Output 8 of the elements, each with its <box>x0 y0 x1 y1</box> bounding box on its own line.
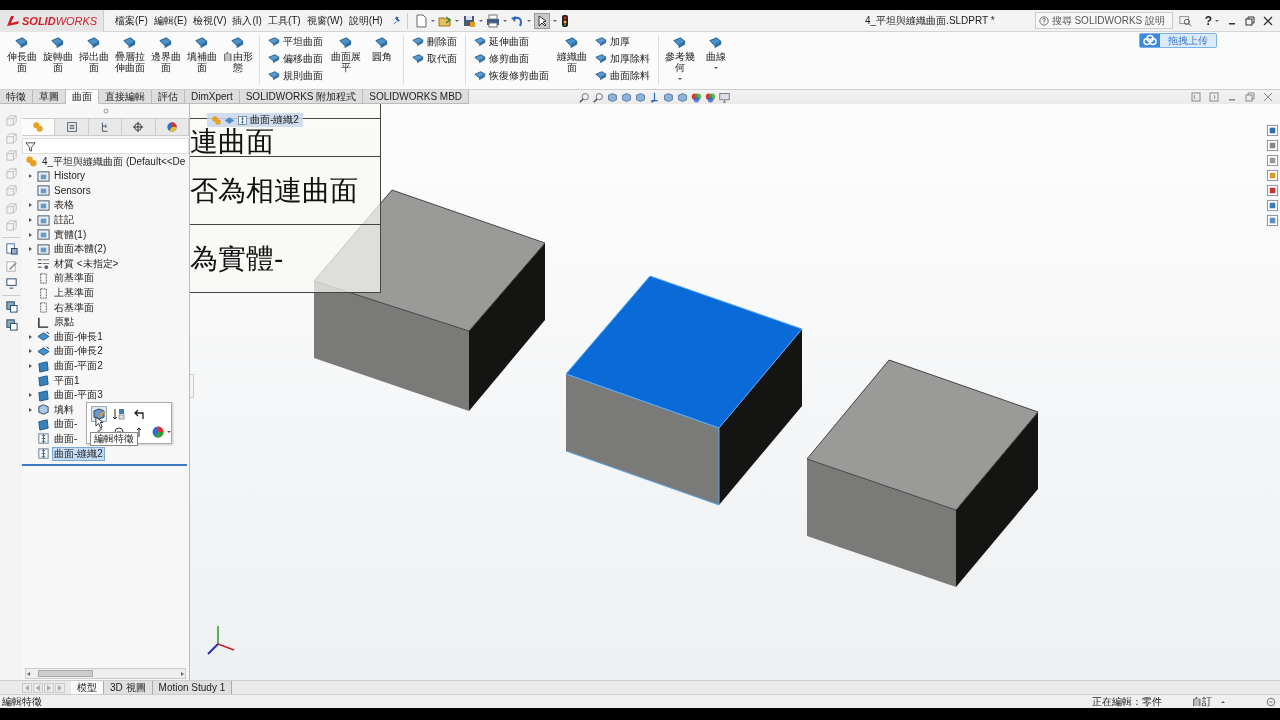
editing-status: 正在編輯：零件 <box>1092 694 1163 709</box>
slide-text: 否為相連曲面 <box>190 176 358 205</box>
logo-text: SOLIDWORKS <box>22 14 98 27</box>
slide-text: 為實體- <box>190 244 284 273</box>
document-title: 4_平坦與縫織曲面.SLDPRT * <box>865 13 995 28</box>
status-message: 編輯特徵 <box>2 694 43 709</box>
tooltip: 編輯特徵 <box>90 432 138 446</box>
slide-text: 連曲面 <box>190 128 274 156</box>
